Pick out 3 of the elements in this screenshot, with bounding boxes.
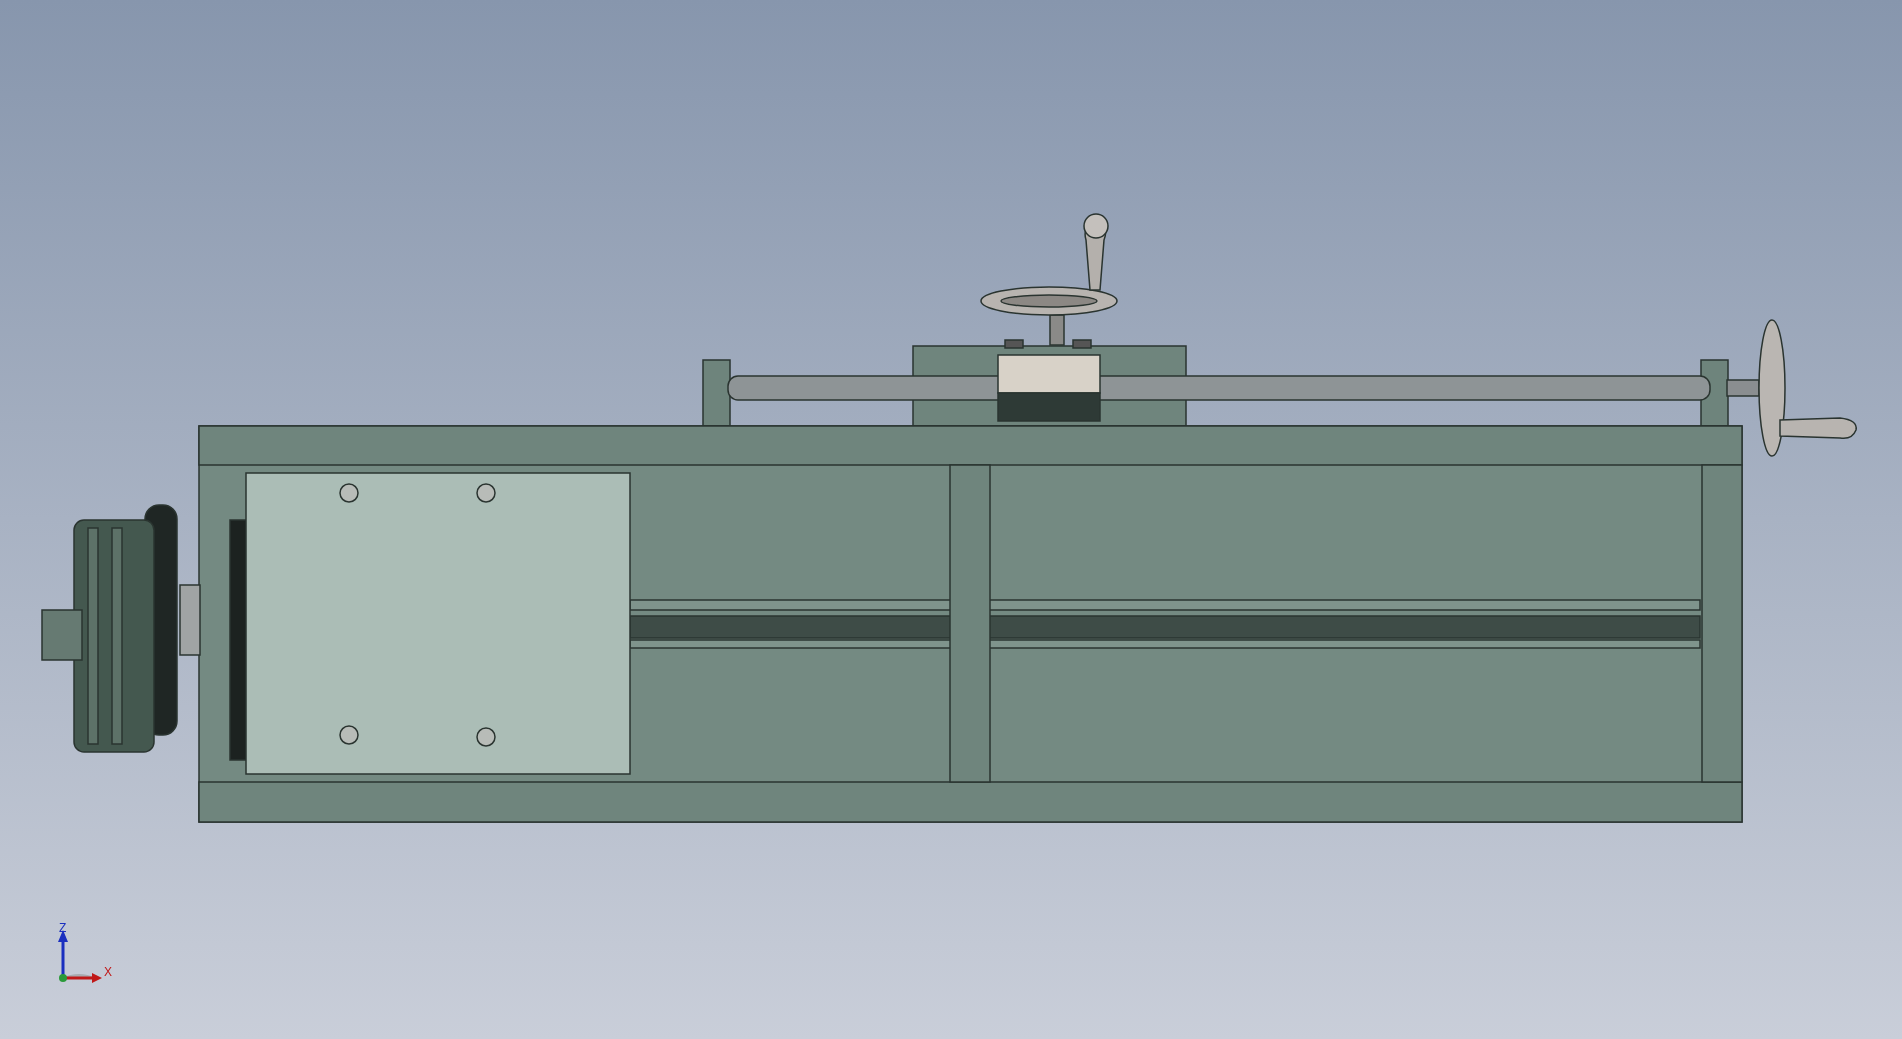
x-axis-label: X xyxy=(104,965,112,979)
axis-triad-icon xyxy=(58,930,102,983)
z-axis-label: Z xyxy=(59,921,67,935)
